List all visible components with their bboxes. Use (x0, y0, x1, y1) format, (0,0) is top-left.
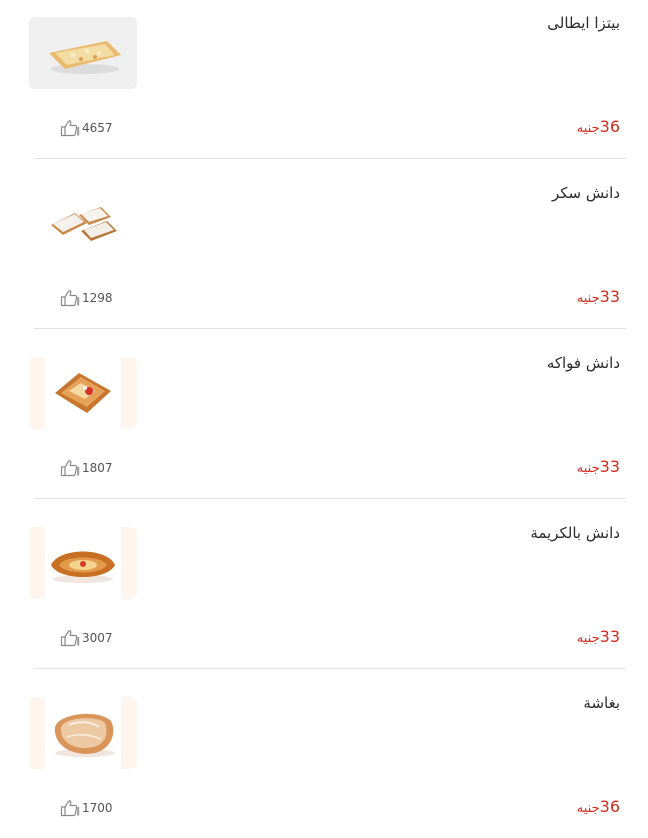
divider (34, 498, 626, 499)
menu-item-fruit-danish[interactable]: دانش فواكه 33جنيه 1807 (0, 340, 648, 510)
thumbs-up-icon[interactable] (60, 799, 80, 817)
like-button[interactable]: 1700 (60, 799, 113, 817)
cream-danish-image[interactable] (29, 527, 137, 599)
thumbs-up-icon[interactable] (60, 119, 80, 137)
fruit-danish-image[interactable] (29, 357, 137, 429)
like-count: 1298 (82, 291, 113, 305)
item-price: 33جنيه (577, 627, 620, 646)
item-name[interactable]: دانش سكر (552, 184, 620, 202)
like-button[interactable]: 4657 (60, 119, 113, 137)
price-value: 33 (599, 627, 620, 646)
menu-item-cream-danish[interactable]: دانش بالكريمة 33جنيه 3007 (0, 510, 648, 680)
item-price: 36جنيه (577, 117, 620, 136)
item-price: 33جنيه (577, 457, 620, 476)
price-currency: جنيه (576, 461, 600, 476)
price-currency: جنيه (576, 631, 600, 646)
thumbs-up-icon[interactable] (60, 629, 80, 647)
item-price: 36جنيه (577, 797, 620, 816)
thumbs-up-icon[interactable] (60, 459, 80, 477)
like-count: 4657 (82, 121, 113, 135)
item-name[interactable]: بيتزا ايطالى (547, 14, 620, 32)
price-value: 36 (599, 797, 620, 816)
like-count: 3007 (82, 631, 113, 645)
like-count: 1700 (82, 801, 113, 815)
item-name[interactable]: بغاشة (583, 694, 620, 712)
like-count: 1807 (82, 461, 113, 475)
like-button[interactable]: 1298 (60, 289, 113, 307)
menu-item-sugar-danish[interactable]: دانش سكر 33جنيه 1298 (0, 170, 648, 340)
price-currency: جنيه (576, 801, 600, 816)
baghasha-image[interactable] (29, 697, 137, 769)
item-name[interactable]: دانش بالكريمة (530, 524, 620, 542)
like-button[interactable]: 1807 (60, 459, 113, 477)
like-button[interactable]: 3007 (60, 629, 113, 647)
price-value: 33 (599, 287, 620, 306)
item-price: 33جنيه (577, 287, 620, 306)
thumbs-up-icon[interactable] (60, 289, 80, 307)
sugar-danish-image[interactable] (29, 187, 137, 259)
divider (34, 158, 626, 159)
price-currency: جنيه (576, 291, 600, 306)
italian-pizza-image[interactable] (29, 17, 137, 89)
menu-list: بيتزا ايطالى 36جنيه 4657 دانش سكر 33جنيه… (0, 0, 648, 838)
menu-item-baghasha[interactable]: بغاشة 36جنيه 1700 (0, 680, 648, 838)
price-value: 36 (599, 117, 620, 136)
menu-item-italian-pizza[interactable]: بيتزا ايطالى 36جنيه 4657 (0, 0, 648, 170)
divider (34, 328, 626, 329)
item-name[interactable]: دانش فواكه (547, 354, 620, 372)
price-value: 33 (599, 457, 620, 476)
divider (34, 668, 626, 669)
price-currency: جنيه (576, 121, 600, 136)
